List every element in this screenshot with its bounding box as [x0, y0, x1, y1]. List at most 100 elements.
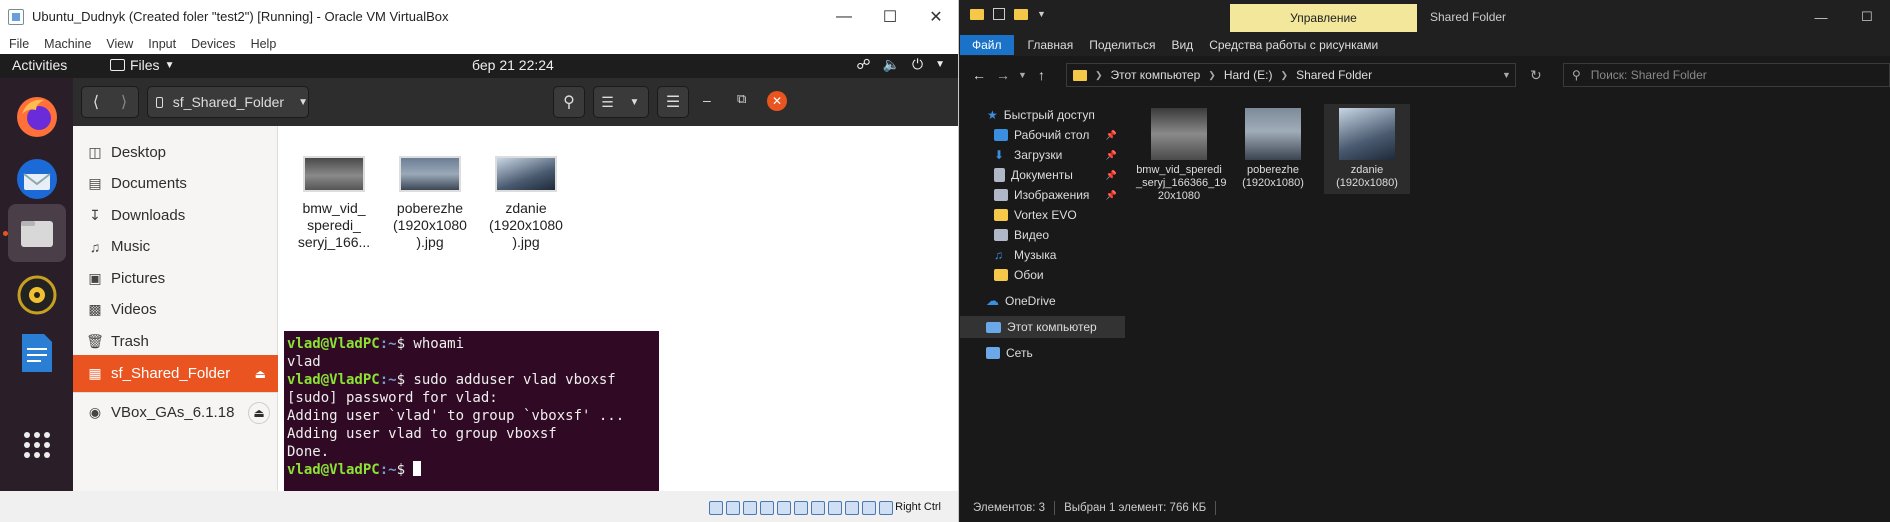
ribbon-tab-share[interactable]: Поделиться: [1089, 38, 1155, 52]
recording-icon[interactable]: [828, 501, 842, 515]
explorer-maximize-button[interactable]: ☐: [1844, 0, 1890, 34]
menu-devices[interactable]: Devices: [191, 37, 235, 51]
terminal-window[interactable]: vlad@VladPC:~$ whoami vlad vlad@VladPC:~…: [284, 331, 659, 491]
menu-file[interactable]: File: [9, 37, 29, 51]
nav-item-music[interactable]: ♫ Музыка: [960, 244, 1125, 266]
files-launcher[interactable]: [8, 204, 66, 262]
close-button[interactable]: ✕: [767, 91, 787, 111]
chevron-down-icon: ▼: [164, 59, 175, 71]
vbox-maximize-button[interactable]: ☐: [867, 0, 913, 33]
menu-machine[interactable]: Machine: [44, 37, 91, 51]
vbox-close-button[interactable]: ✕: [913, 0, 958, 33]
search-button[interactable]: ⚲: [553, 86, 585, 118]
sidebar-item-vbox-gas[interactable]: ◉ VBox_GAs_6.1.18 ⏏: [73, 394, 278, 431]
sidebar-item-label: sf_Shared_Folder: [111, 365, 231, 382]
forward-arrow-icon[interactable]: →: [996, 67, 1010, 83]
vbox-minimize-button[interactable]: —: [821, 0, 867, 33]
nav-item-wallpapers[interactable]: Обои: [960, 264, 1125, 286]
new-folder-icon[interactable]: [1014, 8, 1028, 20]
display-icon[interactable]: [811, 501, 825, 515]
hdd-icon[interactable]: [709, 501, 723, 515]
app-menu-files[interactable]: Files ▼: [110, 57, 174, 73]
firefox-launcher[interactable]: [8, 88, 66, 146]
restore-button[interactable]: ⧉: [737, 91, 746, 107]
ubuntu-dock: [0, 78, 73, 491]
sidebar-item-sf-shared-folder[interactable]: ▦ sf_Shared_Folder ⏏: [73, 355, 278, 392]
file-item[interactable]: poberezhe (1920x1080 ).jpg: [385, 156, 475, 251]
rhythmbox-launcher[interactable]: [8, 266, 66, 324]
nav-item-onedrive[interactable]: ☁ OneDrive: [960, 290, 1125, 312]
shared-folders-icon[interactable]: [794, 501, 808, 515]
address-bar[interactable]: ❯ Этот компьютер ❯ Hard (E:) ❯ Shared Fo…: [1066, 63, 1516, 87]
refresh-icon[interactable]: ↻: [1530, 67, 1542, 84]
nav-item-desktop[interactable]: Рабочий стол 📌: [960, 124, 1125, 146]
nav-item-pictures[interactable]: Изображения 📌: [960, 184, 1125, 206]
volume-icon: 🔈: [882, 56, 901, 72]
recent-locations-icon[interactable]: ▼: [1018, 70, 1027, 80]
forward-button[interactable]: ⟩: [110, 92, 138, 112]
nav-item-downloads[interactable]: ⬇ Загрузки 📌: [960, 144, 1125, 166]
mouse-integration-icon[interactable]: [862, 501, 876, 515]
network-icon: ☍: [856, 56, 871, 72]
chevron-right-icon: ❯: [1208, 69, 1216, 80]
back-button[interactable]: ⟨: [82, 92, 110, 112]
thunderbird-launcher[interactable]: [8, 150, 66, 208]
network-icon[interactable]: [760, 501, 774, 515]
search-icon: ⚲: [1572, 68, 1581, 82]
explorer-minimize-button[interactable]: —: [1798, 0, 1844, 34]
eject-icon[interactable]: ⏏: [255, 367, 266, 381]
back-arrow-icon[interactable]: ←: [972, 67, 986, 83]
breadcrumb-item[interactable]: Этот компьютер: [1111, 68, 1201, 82]
file-item[interactable]: zdanie (1920x1080): [1324, 104, 1410, 194]
terminal-line: vlad@VladPC:~$: [287, 461, 656, 479]
view-toggle-group[interactable]: ☰ ▼: [593, 86, 649, 118]
context-tab-manage[interactable]: Управление: [1230, 4, 1417, 32]
activities-button[interactable]: Activities: [12, 57, 67, 73]
file-item[interactable]: zdanie (1920x1080 ).jpg: [481, 156, 571, 251]
ribbon-tab-view[interactable]: Вид: [1171, 38, 1193, 52]
path-bar[interactable]: sf_Shared_Folder ▼: [147, 86, 309, 118]
menu-view[interactable]: View: [106, 37, 133, 51]
menu-help[interactable]: Help: [251, 37, 277, 51]
file-item[interactable]: poberezhe (1920x1080): [1230, 104, 1316, 194]
show-applications-button[interactable]: [8, 416, 66, 474]
libreoffice-writer-launcher[interactable]: [8, 324, 66, 382]
breadcrumb-item[interactable]: Shared Folder: [1296, 68, 1372, 82]
ribbon-tab-home[interactable]: Главная: [1028, 38, 1074, 52]
properties-icon[interactable]: [993, 8, 1005, 20]
downloads-icon: ↧: [89, 207, 101, 223]
up-arrow-icon[interactable]: ↑: [1038, 67, 1045, 83]
nav-item-quick-access[interactable]: ★ Быстрый доступ: [960, 104, 1125, 126]
optical-drive-icon[interactable]: [726, 501, 740, 515]
ribbon-tab-picture-tools[interactable]: Средства работы с рисунками: [1209, 38, 1378, 52]
nav-item-vortex-evo[interactable]: Vortex EVO: [960, 204, 1125, 226]
menu-button[interactable]: ☰: [657, 86, 689, 118]
breadcrumb-item[interactable]: Hard (E:): [1224, 68, 1273, 82]
system-tray[interactable]: ☍ 🔈 ⏻ ▼: [856, 56, 945, 73]
address-dropdown-icon[interactable]: ▼: [1502, 70, 1511, 80]
pictures-icon: ▣: [88, 270, 102, 286]
eject-icon[interactable]: ⏏: [248, 401, 270, 424]
sidebar-item-label: Trash: [111, 333, 149, 350]
menu-input[interactable]: Input: [148, 37, 176, 51]
keyboard-icon[interactable]: [879, 501, 893, 515]
ribbon-tab-file[interactable]: Файл: [960, 35, 1014, 55]
nav-item-this-pc[interactable]: Этот компьютер: [960, 316, 1125, 338]
vbox-window-title: Ubuntu_Dudnyk (Created foler "test2") [R…: [32, 9, 449, 24]
clock[interactable]: бер 21 22:24: [472, 57, 554, 73]
usb-icon[interactable]: [777, 501, 791, 515]
nav-item-documents[interactable]: Документы 📌: [960, 164, 1125, 186]
nav-item-videos[interactable]: Видео: [960, 224, 1125, 246]
audio-icon[interactable]: [743, 501, 757, 515]
file-name-line: zdanie: [505, 200, 547, 216]
file-thumbnail: [399, 156, 461, 192]
cpu-icon[interactable]: [845, 501, 859, 515]
file-item[interactable]: bmw_vid_ speredi_ seryj_166...: [289, 156, 379, 251]
customize-icon[interactable]: ▼: [1037, 9, 1046, 19]
file-item[interactable]: bmw_vid_speredi _seryj_166366_19 20x1080: [1136, 104, 1227, 207]
search-box[interactable]: ⚲ Поиск: Shared Folder: [1563, 63, 1890, 87]
search-icon: ⚲: [563, 94, 575, 111]
minimize-button[interactable]: –: [703, 92, 711, 108]
gnome-topbar: Activities Files ▼ бер 21 22:24 ☍ 🔈 ⏻ ▼: [0, 54, 958, 78]
nav-item-network[interactable]: Сеть: [960, 342, 1125, 364]
